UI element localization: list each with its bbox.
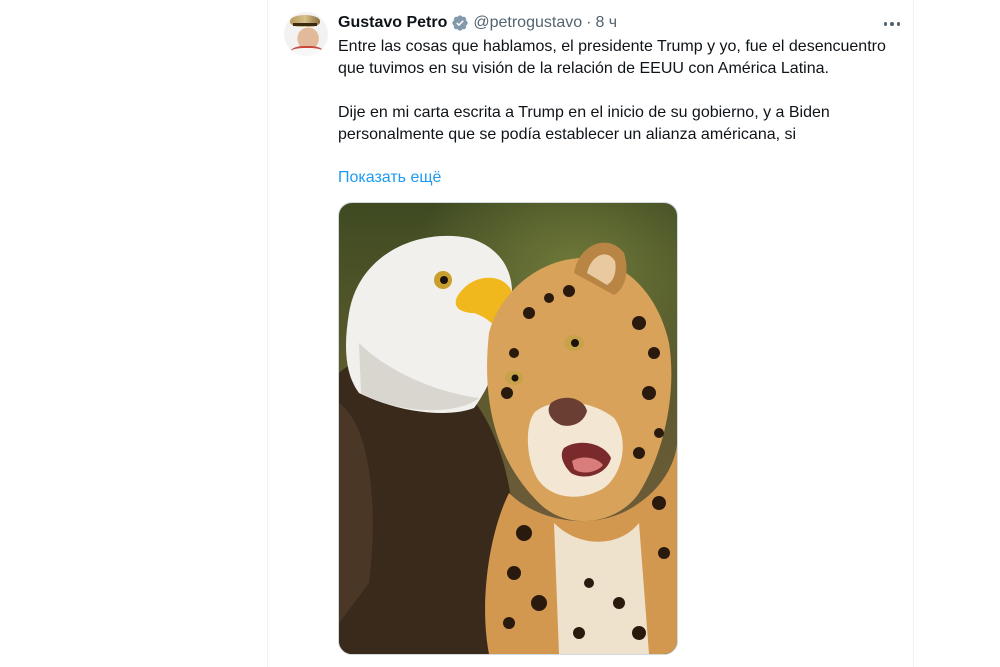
tweet-header: Gustavo Petro @petrogustavo · 8 ч [338, 13, 617, 33]
avatar[interactable] [284, 12, 328, 56]
timeline-left-border [267, 0, 268, 667]
more-dot [896, 22, 901, 26]
tweet-timestamp[interactable]: 8 ч [595, 13, 617, 33]
avatar-hat-band [293, 23, 317, 26]
tweet-paragraph: Entre las cosas que hablamos, el preside… [338, 38, 886, 77]
more-horizontal-icon[interactable] [874, 14, 910, 34]
show-more-link[interactable]: Показать ещё [338, 167, 441, 189]
author-handle[interactable]: @petrogustavo [473, 13, 582, 33]
avatar-shirt [290, 46, 324, 56]
eagle-and-jaguar-image[interactable] [338, 202, 678, 655]
tweet-text: Entre las cosas que hablamos, el preside… [338, 36, 908, 146]
author-name[interactable]: Gustavo Petro [338, 13, 447, 33]
timeline-right-border [913, 0, 914, 667]
separator-dot: · [586, 14, 592, 31]
media-illustration [339, 235, 677, 654]
more-dot [890, 22, 894, 26]
tweet-paragraph: Dije en mi carta escrita a Trump en el i… [338, 104, 830, 143]
jaguar-pupil [511, 374, 519, 382]
more-dot [883, 22, 888, 26]
verified-badge-icon[interactable] [451, 14, 469, 32]
eagle-pupil [440, 276, 448, 284]
jaguar-pupil [571, 339, 579, 347]
